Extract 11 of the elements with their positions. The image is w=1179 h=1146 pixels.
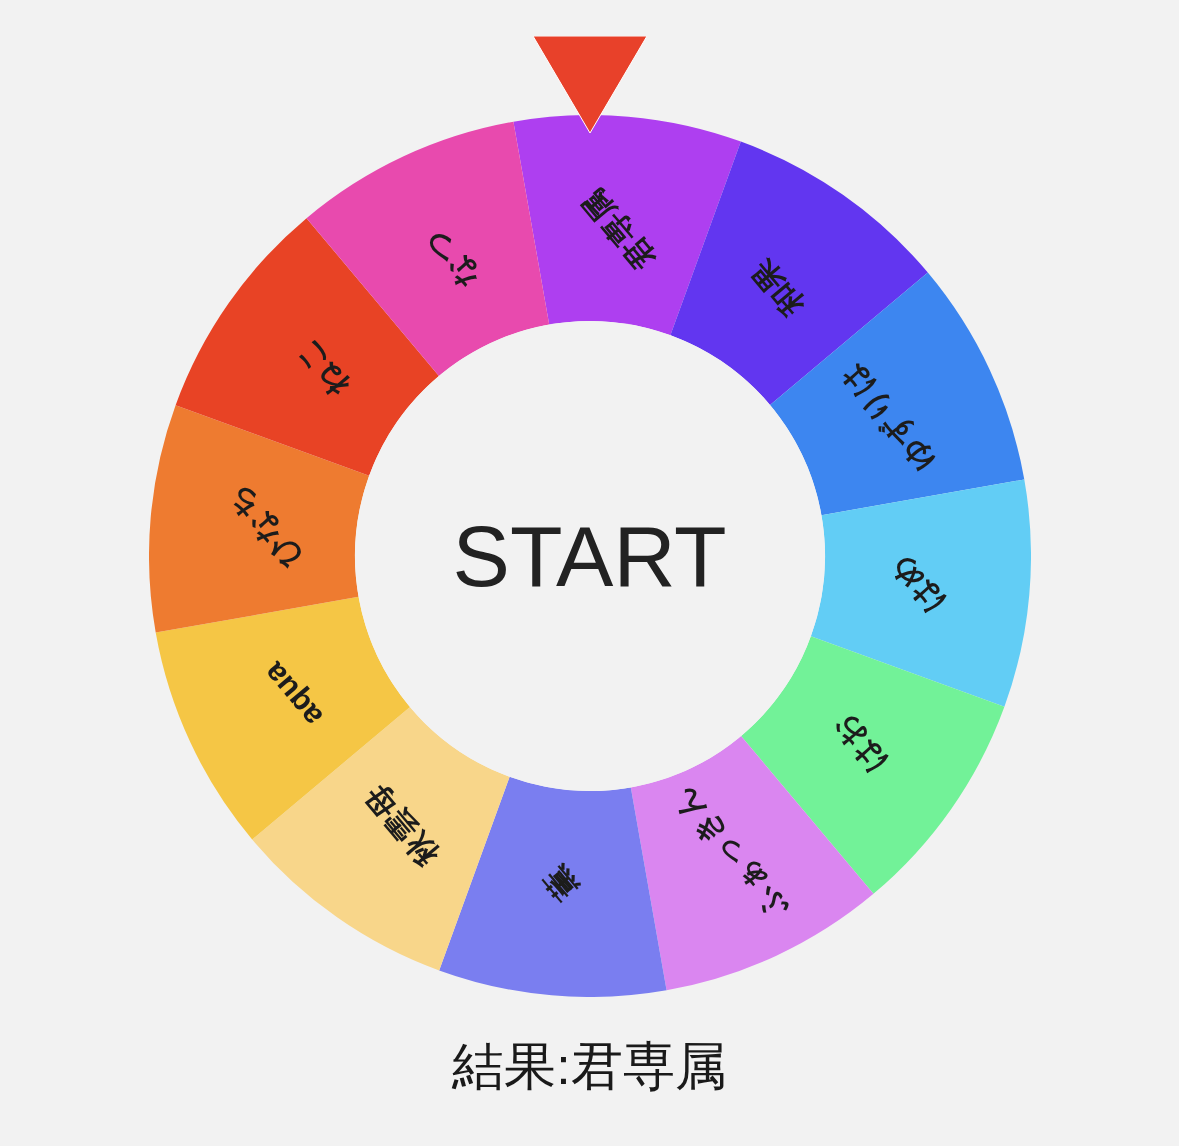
segment-label: ねこ — [286, 332, 355, 404]
segment-label: はお — [824, 708, 893, 780]
segment-label: 薫 — [537, 859, 585, 906]
segment-label: ゆずりは — [832, 357, 942, 478]
segment-label: なつ — [416, 222, 485, 295]
pointer-icon — [532, 36, 647, 134]
segment-label: 和果 — [744, 252, 811, 323]
result-text: 結果:君専属 — [452, 1036, 727, 1097]
segment-label: 君専属 — [574, 182, 662, 277]
segment-label: ひなち — [218, 479, 307, 576]
segment-label: はめ — [882, 548, 951, 621]
